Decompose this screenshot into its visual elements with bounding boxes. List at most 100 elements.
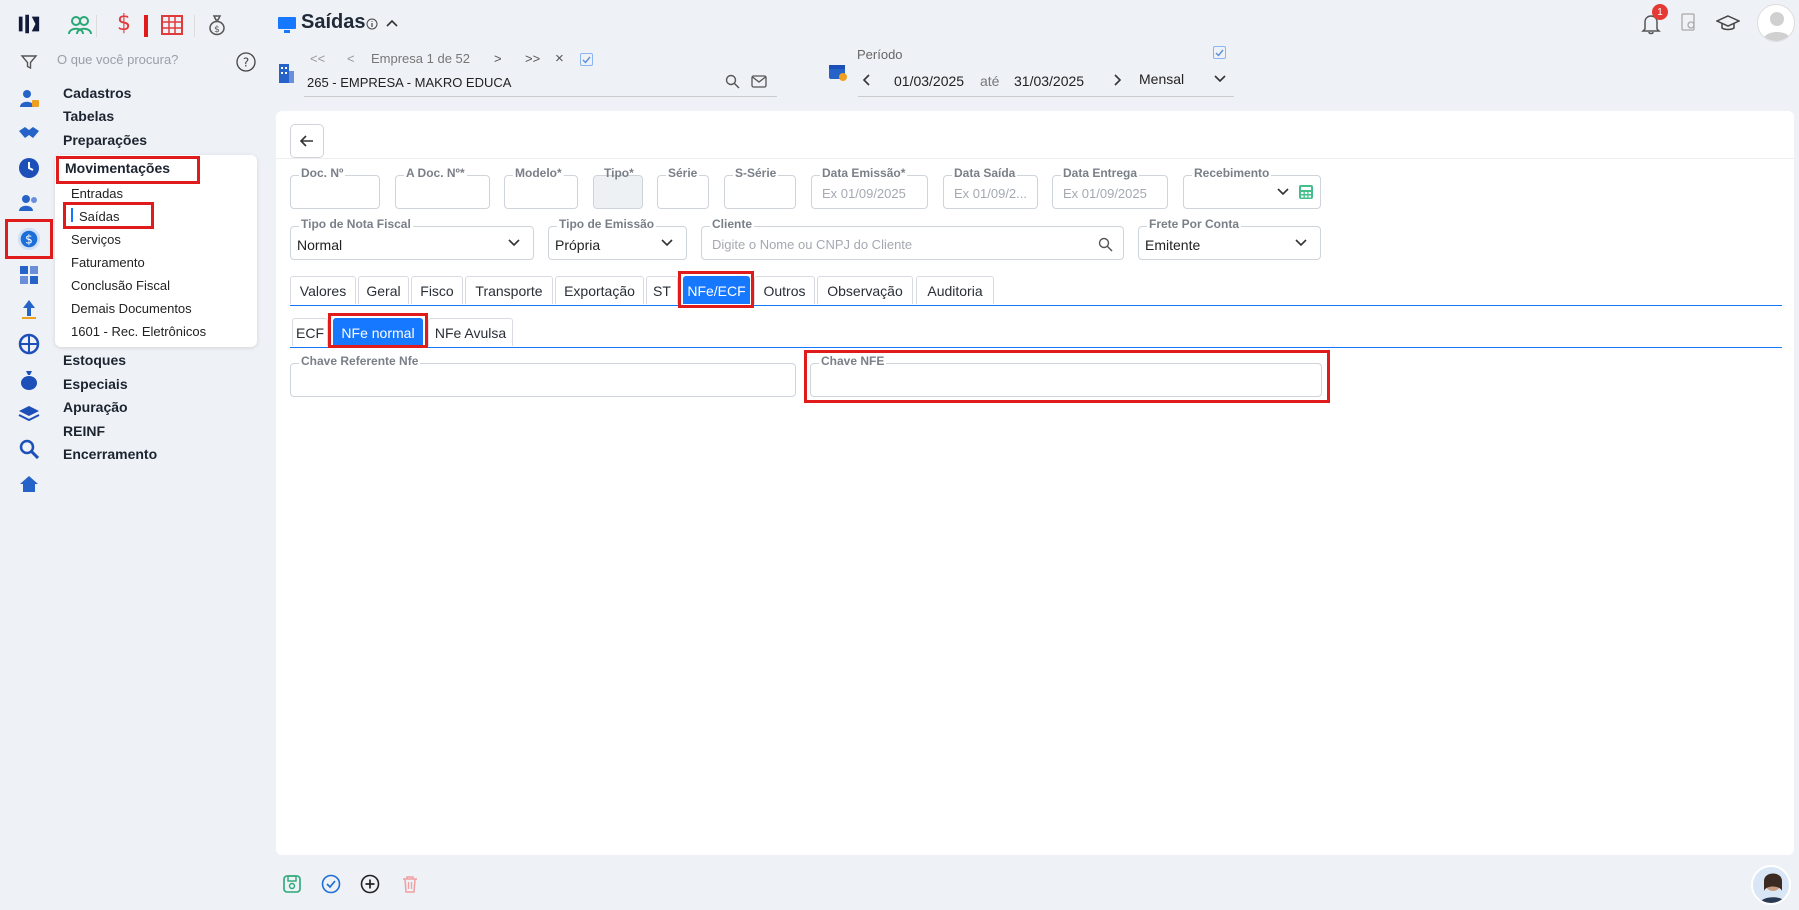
chevron-down-icon[interactable] [507,238,521,248]
dollar-circle-icon[interactable]: $ [17,227,41,251]
subtab-nfe-avulsa[interactable]: NFe Avulsa [428,318,513,346]
tab-exportacao[interactable]: Exportação [555,276,644,304]
tipo-emissao-select[interactable]: Tipo de Emissão Própria [548,217,687,260]
data-emissao-field[interactable]: Data Emissão* Ex 01/09/2025 [811,166,928,209]
confirm-icon[interactable] [321,874,341,894]
period-prev-button[interactable] [862,73,872,87]
chevron-down-icon[interactable] [1213,74,1227,84]
menu-preparacoes[interactable]: Preparações [63,132,147,148]
search-icon[interactable] [1098,237,1113,252]
moneybag-shortcut-icon[interactable]: $ [208,14,226,36]
tab-observacao[interactable]: Observação [817,276,913,304]
modelo-field[interactable]: Modelo* [504,166,578,209]
tab-transporte[interactable]: Transporte [465,276,553,304]
chave-nfe-field[interactable]: Chave NFE [810,354,1322,397]
help-icon[interactable]: ? [236,52,256,72]
period-next-button[interactable] [1112,73,1122,87]
company-field[interactable]: 265 - EMPRESA - MAKRO EDUCA [307,75,511,90]
document-search-icon[interactable] [1680,13,1698,33]
next-page-button[interactable]: > [494,51,502,66]
svg-text:$: $ [25,233,33,247]
tab-valores[interactable]: Valores [290,276,356,304]
data-entrega-field[interactable]: Data Entrega Ex 01/09/2025 [1052,166,1168,209]
handshake-icon[interactable] [17,121,41,145]
home-icon[interactable] [17,472,41,496]
submenu-servicos[interactable]: Serviços [71,232,121,247]
a-doc-no-field[interactable]: A Doc. Nº* [395,166,490,209]
data-saida-field[interactable]: Data Saída Ex 01/09/2... [943,166,1038,209]
user-register-icon[interactable] [17,86,41,110]
tab-fisco[interactable]: Fisco [411,276,463,304]
menu-estoques[interactable]: Estoques [63,352,126,368]
tab-st[interactable]: ST [646,276,678,304]
chevron-up-icon[interactable] [385,18,399,28]
cliente-field[interactable]: Cliente Digite o Nome ou CNPJ do Cliente [701,217,1124,260]
search-icon[interactable] [725,74,740,89]
chevron-down-icon[interactable] [1294,238,1308,248]
period-end-field[interactable]: 31/03/2025 [1014,73,1084,89]
recebimento-field[interactable]: Recebimento [1183,166,1321,209]
calculator-icon[interactable] [1298,184,1314,200]
menu-especiais[interactable]: Especiais [63,376,128,392]
tab-geral[interactable]: Geral [358,276,409,304]
period-underline [858,96,1234,97]
company-checkbox[interactable] [580,53,593,66]
menu-apuracao[interactable]: Apuração [63,399,128,415]
avatar[interactable] [1757,4,1795,42]
graduation-cap-icon[interactable] [1716,14,1740,32]
add-icon[interactable] [360,874,380,894]
chevron-down-icon[interactable] [1276,187,1290,197]
search-input[interactable]: O que você procura? [57,52,178,67]
s-serie-field[interactable]: S-Série [724,166,796,209]
close-icon[interactable]: × [555,50,564,67]
menu-encerramento[interactable]: Encerramento [63,446,157,462]
prev-page-button[interactable]: < [347,51,355,66]
period-mode-select[interactable]: Mensal [1139,71,1184,87]
upload-icon[interactable] [17,297,41,321]
save-icon[interactable] [282,874,302,894]
tipo-nota-fiscal-select[interactable]: Tipo de Nota Fiscal Normal [290,217,534,260]
period-start-field[interactable]: 01/03/2025 [894,73,964,89]
period-separator: até [980,73,1000,89]
frete-por-conta-select[interactable]: Frete Por Conta Emitente [1138,217,1321,260]
tab-auditoria[interactable]: Auditoria [916,276,994,304]
spreadsheet-shortcut-icon[interactable] [161,15,183,35]
submenu-entradas[interactable]: Entradas [71,186,123,201]
menu-tabelas[interactable]: Tabelas [63,108,114,124]
layers-icon[interactable] [17,402,41,426]
info-icon[interactable] [366,18,378,30]
network-icon[interactable] [17,332,41,356]
submenu-demais-documentos[interactable]: Demais Documentos [71,301,192,316]
submenu-saidas[interactable]: Saídas [79,209,119,224]
first-page-button[interactable]: << [310,51,325,66]
back-button[interactable] [290,124,324,158]
filter-icon[interactable] [17,50,41,74]
period-checkbox[interactable] [1213,46,1226,59]
submenu-conclusao-fiscal[interactable]: Conclusão Fiscal [71,278,170,293]
people-shortcut-icon[interactable] [68,14,92,36]
menu-movimentacoes[interactable]: Movimentações [65,160,170,176]
last-page-button[interactable]: >> [525,51,540,66]
submenu-rec-eletronicos[interactable]: 1601 - Rec. Eletrônicos [71,324,206,339]
menu-reinf[interactable]: REINF [63,423,105,439]
tab-outros[interactable]: Outros [754,276,815,304]
delete-icon[interactable] [401,874,419,894]
chevron-down-icon[interactable] [660,238,674,248]
subtab-ecf[interactable]: ECF [292,318,328,346]
money-bag-icon[interactable] [17,368,41,392]
assistant-avatar[interactable] [1751,865,1791,905]
tab-nfe-ecf[interactable]: NFe/ECF [683,276,750,304]
clock-icon[interactable] [17,156,41,180]
submenu-faturamento[interactable]: Faturamento [71,255,145,270]
people-icon[interactable] [17,191,41,215]
calculator-icon[interactable] [17,263,41,287]
subtab-nfe-normal[interactable]: NFe normal [333,318,423,346]
dollar-shortcut-icon[interactable]: $ [117,11,131,36]
serie-field[interactable]: Série [657,166,709,209]
menu-cadastros[interactable]: Cadastros [63,85,131,101]
chave-referente-nfe-field[interactable]: Chave Referente Nfe [290,354,796,397]
search-tool-icon[interactable] [17,437,41,461]
logo-icon[interactable] [17,12,41,36]
mail-icon[interactable] [751,75,767,88]
doc-no-field[interactable]: Doc. Nº [290,166,380,209]
